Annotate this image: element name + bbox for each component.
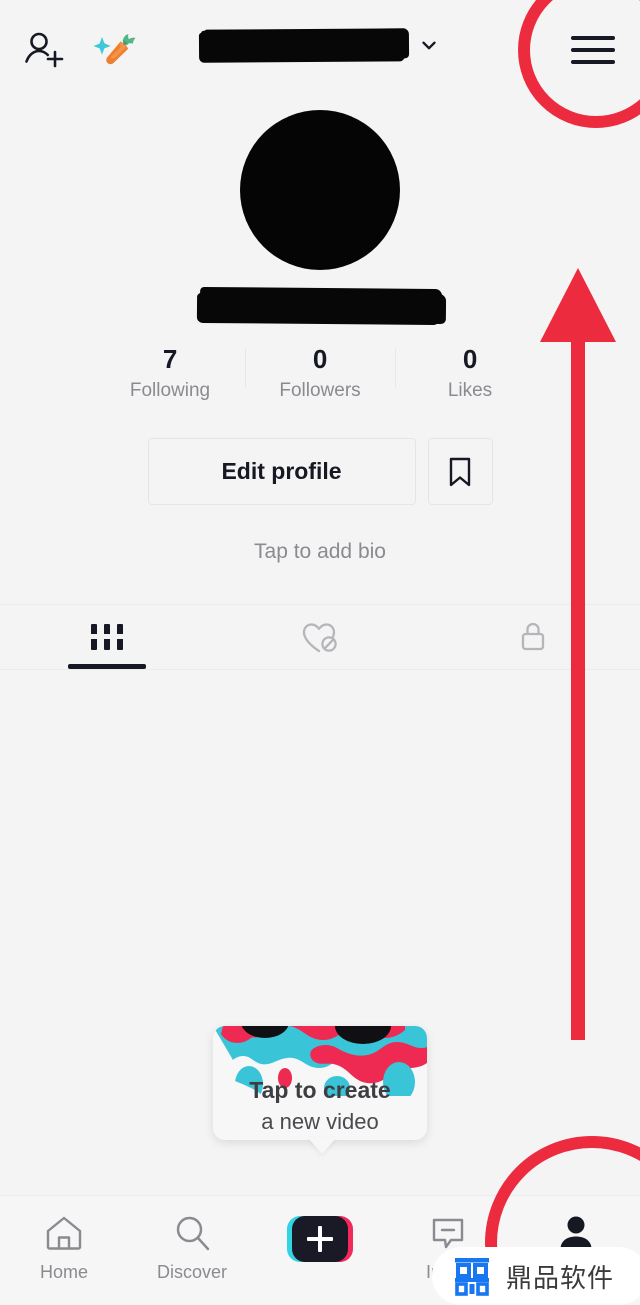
stat-label: Likes — [447, 380, 493, 401]
hamburger-menu-icon[interactable] — [571, 33, 615, 67]
bookmark-icon — [449, 457, 471, 486]
bookmark-button[interactable] — [427, 438, 493, 505]
bio-placeholder[interactable]: Tap to add bio — [0, 540, 640, 564]
grid-icon — [90, 624, 123, 650]
stat-followers[interactable]: 0 Followers — [245, 344, 395, 404]
hamburger-line — [571, 36, 615, 40]
nav-item-home[interactable]: Home — [0, 1196, 128, 1283]
create-core-layer — [292, 1216, 348, 1262]
edit-profile-button[interactable]: Edit profile — [147, 438, 416, 505]
hamburger-line — [571, 60, 615, 64]
hamburger-line — [571, 48, 615, 52]
tooltip-pointer — [308, 1138, 336, 1154]
avatar[interactable] — [240, 110, 400, 270]
username-selector[interactable] — [0, 29, 640, 61]
lock-icon — [522, 622, 545, 651]
tab-active-underline — [67, 664, 146, 669]
tooltip-line-2: a new video — [261, 1109, 379, 1134]
display-name-redaction — [199, 289, 443, 323]
chevron-down-icon[interactable] — [418, 34, 440, 56]
username-redaction — [200, 29, 406, 61]
watermark-text: 鼎品软件 — [506, 1263, 615, 1294]
nav-item-create[interactable] — [256, 1196, 384, 1262]
dingpin-logo-icon — [455, 1258, 489, 1296]
watermark: 鼎品软件 — [432, 1247, 640, 1305]
stat-value: 0 — [462, 344, 478, 374]
stat-value: 0 — [312, 344, 328, 374]
tab-private[interactable] — [427, 605, 640, 669]
stat-following[interactable]: 7 Following — [95, 344, 245, 404]
nav-label: Discover — [156, 1262, 227, 1282]
nav-item-discover[interactable]: Discover — [128, 1196, 256, 1283]
create-plus-icon[interactable] — [287, 1216, 353, 1262]
top-bar — [0, 0, 640, 100]
home-icon — [46, 1216, 82, 1250]
tooltip-text: Tap to create a new video — [213, 1074, 427, 1138]
profile-actions: Edit profile — [0, 438, 640, 505]
nav-label: Home — [39, 1262, 88, 1282]
stat-label: Following — [129, 380, 211, 401]
tab-videos[interactable] — [0, 605, 213, 669]
stat-value: 7 — [162, 344, 178, 374]
tab-liked[interactable] — [213, 605, 426, 669]
stat-likes[interactable]: 0 Likes — [395, 344, 545, 404]
heart-slash-icon — [302, 623, 337, 653]
stat-label: Followers — [279, 380, 361, 401]
create-video-tooltip[interactable]: Tap to create a new video — [213, 1026, 427, 1140]
plus-glyph — [307, 1226, 333, 1252]
tiktok-profile-screen: 7 Following 0 Followers 0 Likes Edit pro… — [0, 0, 640, 1305]
search-icon — [176, 1216, 210, 1251]
profile-tabs — [0, 604, 640, 670]
tooltip-line-1: Tap to create — [249, 1077, 391, 1103]
profile-stats: 7 Following 0 Followers 0 Likes — [0, 344, 640, 404]
